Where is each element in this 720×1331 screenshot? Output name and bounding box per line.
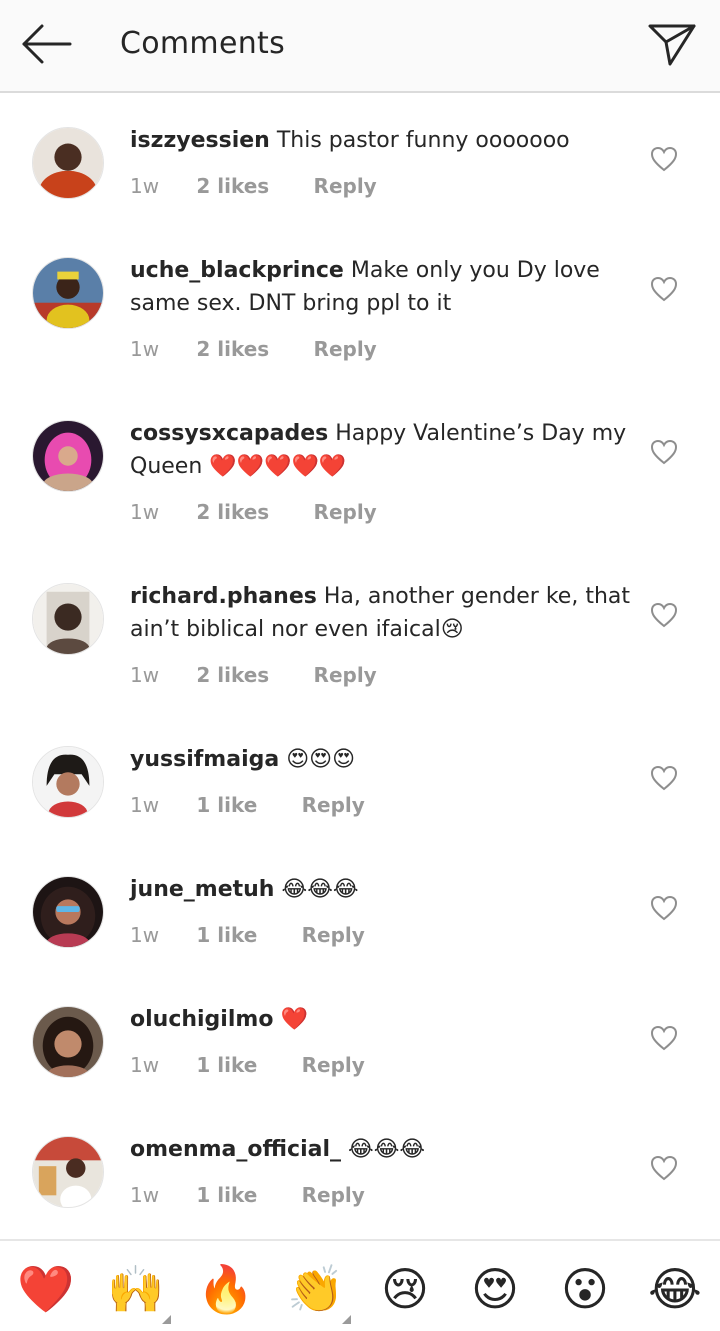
comment-username[interactable]: richard.phanes [130,584,317,609]
reply-button[interactable]: Reply [302,793,365,817]
comment-username[interactable]: iszzyessien [130,128,270,153]
avatar[interactable] [32,583,104,655]
reply-button[interactable]: Reply [314,500,377,524]
clapping-hands-emoji-button[interactable]: 👏 [287,1261,344,1317]
like-button[interactable] [650,439,678,465]
heart-eyes-emoji-button[interactable]: 😍 [467,1261,523,1317]
heart-outline-icon [650,439,678,465]
comment-likes[interactable]: 1 like [196,923,257,947]
comment-likes[interactable]: 2 likes [196,663,269,687]
comment-time: 1w [130,337,160,361]
comment-time: 1w [130,923,160,947]
avatar[interactable] [32,1006,104,1078]
comment-text: 😍😍😍 [286,747,356,772]
comment-text: ❤️ [280,1007,308,1032]
comment-username[interactable]: uche_blackprince [130,258,344,283]
comment-username[interactable]: june_metuh [130,877,274,902]
reply-button[interactable]: Reply [314,337,377,361]
reply-button[interactable]: Reply [314,663,377,687]
avatar[interactable] [32,420,104,492]
comment-time: 1w [130,1183,160,1207]
reply-button[interactable]: Reply [302,923,365,947]
comment-meta: 1w 1 like Reply [130,923,365,947]
heart-outline-icon [650,765,678,791]
comment-time: 1w [130,500,160,524]
comment-username[interactable]: oluchigilmo [130,1007,273,1032]
comment-meta: 1w 2 likes Reply [130,663,377,687]
heart-outline-icon [650,602,678,628]
raised-hands-emoji-button[interactable]: 🙌 [107,1261,164,1317]
comment-likes[interactable]: 1 like [196,1183,257,1207]
tears-of-joy-emoji-button[interactable]: 😂 [647,1261,703,1317]
skin-tone-indicator [162,1315,171,1324]
like-button[interactable] [650,146,678,172]
comment-time: 1w [130,793,160,817]
heart-outline-icon [650,1025,678,1051]
comment-meta: 1w 1 like Reply [130,1183,365,1207]
heart-emoji-button[interactable]: ❤️ [17,1261,74,1317]
reply-button[interactable]: Reply [314,174,377,198]
skin-tone-indicator [342,1315,351,1324]
like-button[interactable] [650,1025,678,1051]
comment-likes[interactable]: 1 like [196,793,257,817]
comment-meta: 1w 2 likes Reply [130,174,377,198]
share-button[interactable] [644,18,700,70]
comment-meta: 1w 2 likes Reply [130,337,377,361]
heart-outline-icon [650,146,678,172]
avatar[interactable] [32,127,104,199]
comment-likes[interactable]: 2 likes [196,500,269,524]
avatar[interactable] [32,257,104,329]
comment-likes[interactable]: 2 likes [196,337,269,361]
comment-likes[interactable]: 1 like [196,1053,257,1077]
top-bar: Comments [0,0,720,93]
comment-meta: 1w 1 like Reply [130,1053,365,1077]
like-button[interactable] [650,765,678,791]
emoji-quick-bar: ❤️ 🙌 🔥 👏 😢 😍 😮 😂 [0,1239,720,1331]
avatar[interactable] [32,746,104,818]
fire-emoji-button[interactable]: 🔥 [197,1261,254,1317]
comment-username[interactable]: cossysxcapades [130,421,328,446]
page-title: Comments [120,26,286,61]
comment-text: This pastor funny ooooooo [276,128,570,153]
like-button[interactable] [650,895,678,921]
comment-likes[interactable]: 2 likes [196,174,269,198]
reply-button[interactable]: Reply [302,1053,365,1077]
heart-outline-icon [650,276,678,302]
comment-text: 😂😂😂 [281,877,359,902]
heart-outline-icon [650,895,678,921]
comment-username[interactable]: omenma_official_ [130,1137,341,1162]
like-button[interactable] [650,602,678,628]
comment-time: 1w [130,663,160,687]
like-button[interactable] [650,1155,678,1181]
reply-button[interactable]: Reply [302,1183,365,1207]
paper-plane-icon [648,24,696,66]
comment-time: 1w [130,174,160,198]
comment-username[interactable]: yussifmaiga [130,747,279,772]
comment-text: 😂😂😂 [348,1137,426,1162]
comment-meta: 1w 2 likes Reply [130,500,377,524]
avatar[interactable] [32,876,104,948]
heart-outline-icon [650,1155,678,1181]
crying-face-emoji-button[interactable]: 😢 [377,1261,433,1317]
surprised-face-emoji-button[interactable]: 😮 [557,1261,613,1317]
arrow-left-icon [22,24,72,64]
avatar[interactable] [32,1136,104,1208]
comment-meta: 1w 1 like Reply [130,793,365,817]
comment-time: 1w [130,1053,160,1077]
like-button[interactable] [650,276,678,302]
back-button[interactable] [18,22,78,66]
